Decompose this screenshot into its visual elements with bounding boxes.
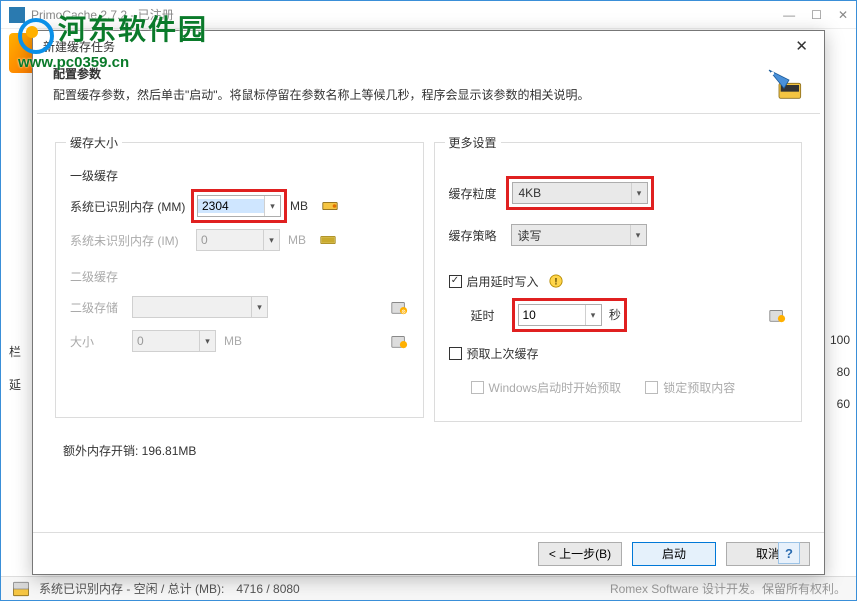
- maximize-icon[interactable]: ☐: [811, 8, 822, 22]
- delay-combo[interactable]: ▾: [518, 304, 602, 326]
- window-controls: — ☐ ✕: [783, 8, 848, 22]
- prefetch-on-boot-checkbox: Windows启动时开始预取: [471, 379, 622, 396]
- mm-combo[interactable]: ▾: [197, 195, 281, 217]
- storage-add-icon[interactable]: ⚙: [389, 297, 409, 317]
- delay-label: 延时: [471, 307, 511, 324]
- im-unit: MB: [288, 233, 306, 247]
- cache-chip-icon: [764, 65, 804, 105]
- defer-settings-icon[interactable]: [767, 305, 787, 325]
- lock-prefetch-checkbox: 锁定预取内容: [645, 379, 735, 396]
- l2-size-label: 大小: [70, 333, 126, 350]
- close-icon[interactable]: ✕: [789, 35, 814, 57]
- mm-unit: MB: [290, 199, 308, 213]
- ram-gold-icon[interactable]: [318, 230, 338, 250]
- prefetch-on-boot-label: Windows启动时开始预取: [489, 379, 622, 396]
- l1-cache-title: 一级缓存: [70, 167, 409, 184]
- chevron-down-icon[interactable]: ▾: [631, 183, 647, 203]
- chevron-down-icon[interactable]: ▾: [630, 225, 646, 245]
- storage-settings-icon[interactable]: [389, 331, 409, 351]
- im-combo: ▾: [196, 229, 280, 251]
- help-button[interactable]: ?: [778, 542, 800, 564]
- start-button[interactable]: 启动: [632, 542, 716, 566]
- l2-storage-combo: ▾: [132, 296, 268, 318]
- back-button[interactable]: < 上一步(B): [538, 542, 622, 566]
- ram-icon[interactable]: [320, 196, 340, 216]
- delay-input[interactable]: [519, 308, 585, 322]
- chevron-down-icon[interactable]: ▾: [585, 305, 601, 325]
- app-title: PrimoCache 2.7.2 - 已注册: [31, 6, 174, 23]
- im-input: [197, 233, 263, 247]
- lock-prefetch-label: 锁定预取内容: [663, 379, 735, 396]
- mm-input[interactable]: [198, 199, 264, 213]
- cache-size-panel: 缓存大小 一级缓存 系统已识别内存 (MM) ▾ MB: [55, 142, 424, 526]
- minimize-icon[interactable]: —: [783, 8, 795, 22]
- im-label: 系统未识别内存 (IM): [70, 232, 190, 249]
- dialog-footer: < 上一步(B) 启动 取消: [33, 532, 824, 574]
- dialog-title: 新建缓存任务: [43, 38, 115, 55]
- parent-statusbar: 系统已识别内存 - 空闲 / 总计 (MB): 4716 / 8080 Rome…: [1, 576, 856, 600]
- strategy-combo[interactable]: 读写 ▾: [511, 224, 647, 246]
- defer-write-checkbox[interactable]: ✓ 启用延时写入: [449, 273, 539, 290]
- header-title: 配置参数: [53, 65, 590, 82]
- l2-storage-label: 二级存储: [70, 299, 126, 316]
- chevron-down-icon: ▾: [263, 230, 279, 250]
- mm-label: 系统已识别内存 (MM): [70, 198, 190, 215]
- statusbar-values: 4716 / 8080: [236, 582, 299, 596]
- warning-icon: !: [549, 274, 563, 288]
- defer-write-label: 启用延时写入: [467, 273, 539, 290]
- l2-size-input: [133, 334, 199, 348]
- dialog-header: 配置参数 配置缓存参数，然后单击"启动"。将鼠标停留在参数名称上等候几秒，程序会…: [33, 61, 824, 113]
- extra-overhead-label: 额外内存开销: 196.81MB: [55, 430, 424, 461]
- chevron-down-icon: ▾: [199, 331, 215, 351]
- parent-titlebar: PrimoCache 2.7.2 - 已注册 — ☐ ✕: [1, 1, 856, 29]
- prefetch-checkbox[interactable]: 预取上次缓存: [449, 345, 539, 362]
- close-icon[interactable]: ✕: [838, 8, 848, 22]
- svg-text:⚙: ⚙: [401, 309, 406, 315]
- bg-scale-numbers: 100 80 60: [830, 333, 850, 411]
- strategy-value: 读写: [512, 227, 630, 244]
- group-cache-size-title: 缓存大小: [66, 134, 122, 151]
- more-settings-panel: 更多设置 缓存粒度 4KB ▾ 缓存策略 读写 ▾: [434, 142, 803, 526]
- svg-text:!: !: [554, 277, 557, 288]
- delay-unit: 秒: [609, 308, 621, 322]
- app-icon: [9, 7, 25, 23]
- chevron-down-icon[interactable]: ▾: [264, 196, 280, 216]
- granularity-combo[interactable]: 4KB ▾: [512, 182, 648, 204]
- group-more-settings-title: 更多设置: [445, 134, 501, 151]
- l2-cache-title: 二级缓存: [70, 268, 409, 285]
- l2-size-unit: MB: [224, 334, 242, 348]
- statusbar-copyright: Romex Software 设计开发。保留所有权利。: [610, 580, 846, 597]
- chevron-down-icon: ▾: [251, 297, 267, 317]
- l2-size-combo: ▾: [132, 330, 216, 352]
- dialog-titlebar: 新建缓存任务 ✕: [33, 31, 824, 61]
- bg-left-labels: 栏 延: [9, 343, 21, 393]
- disk-icon: [11, 579, 31, 599]
- new-cache-task-dialog: 新建缓存任务 ✕ 配置参数 配置缓存参数，然后单击"启动"。将鼠标停留在参数名称…: [32, 30, 825, 575]
- prefetch-label: 预取上次缓存: [467, 345, 539, 362]
- granularity-label: 缓存粒度: [449, 185, 505, 202]
- statusbar-label: 系统已识别内存 - 空闲 / 总计 (MB):: [39, 580, 224, 597]
- strategy-label: 缓存策略: [449, 227, 505, 244]
- granularity-value: 4KB: [513, 186, 631, 200]
- header-description: 配置缓存参数，然后单击"启动"。将鼠标停留在参数名称上等候几秒，程序会显示该参数…: [53, 86, 590, 103]
